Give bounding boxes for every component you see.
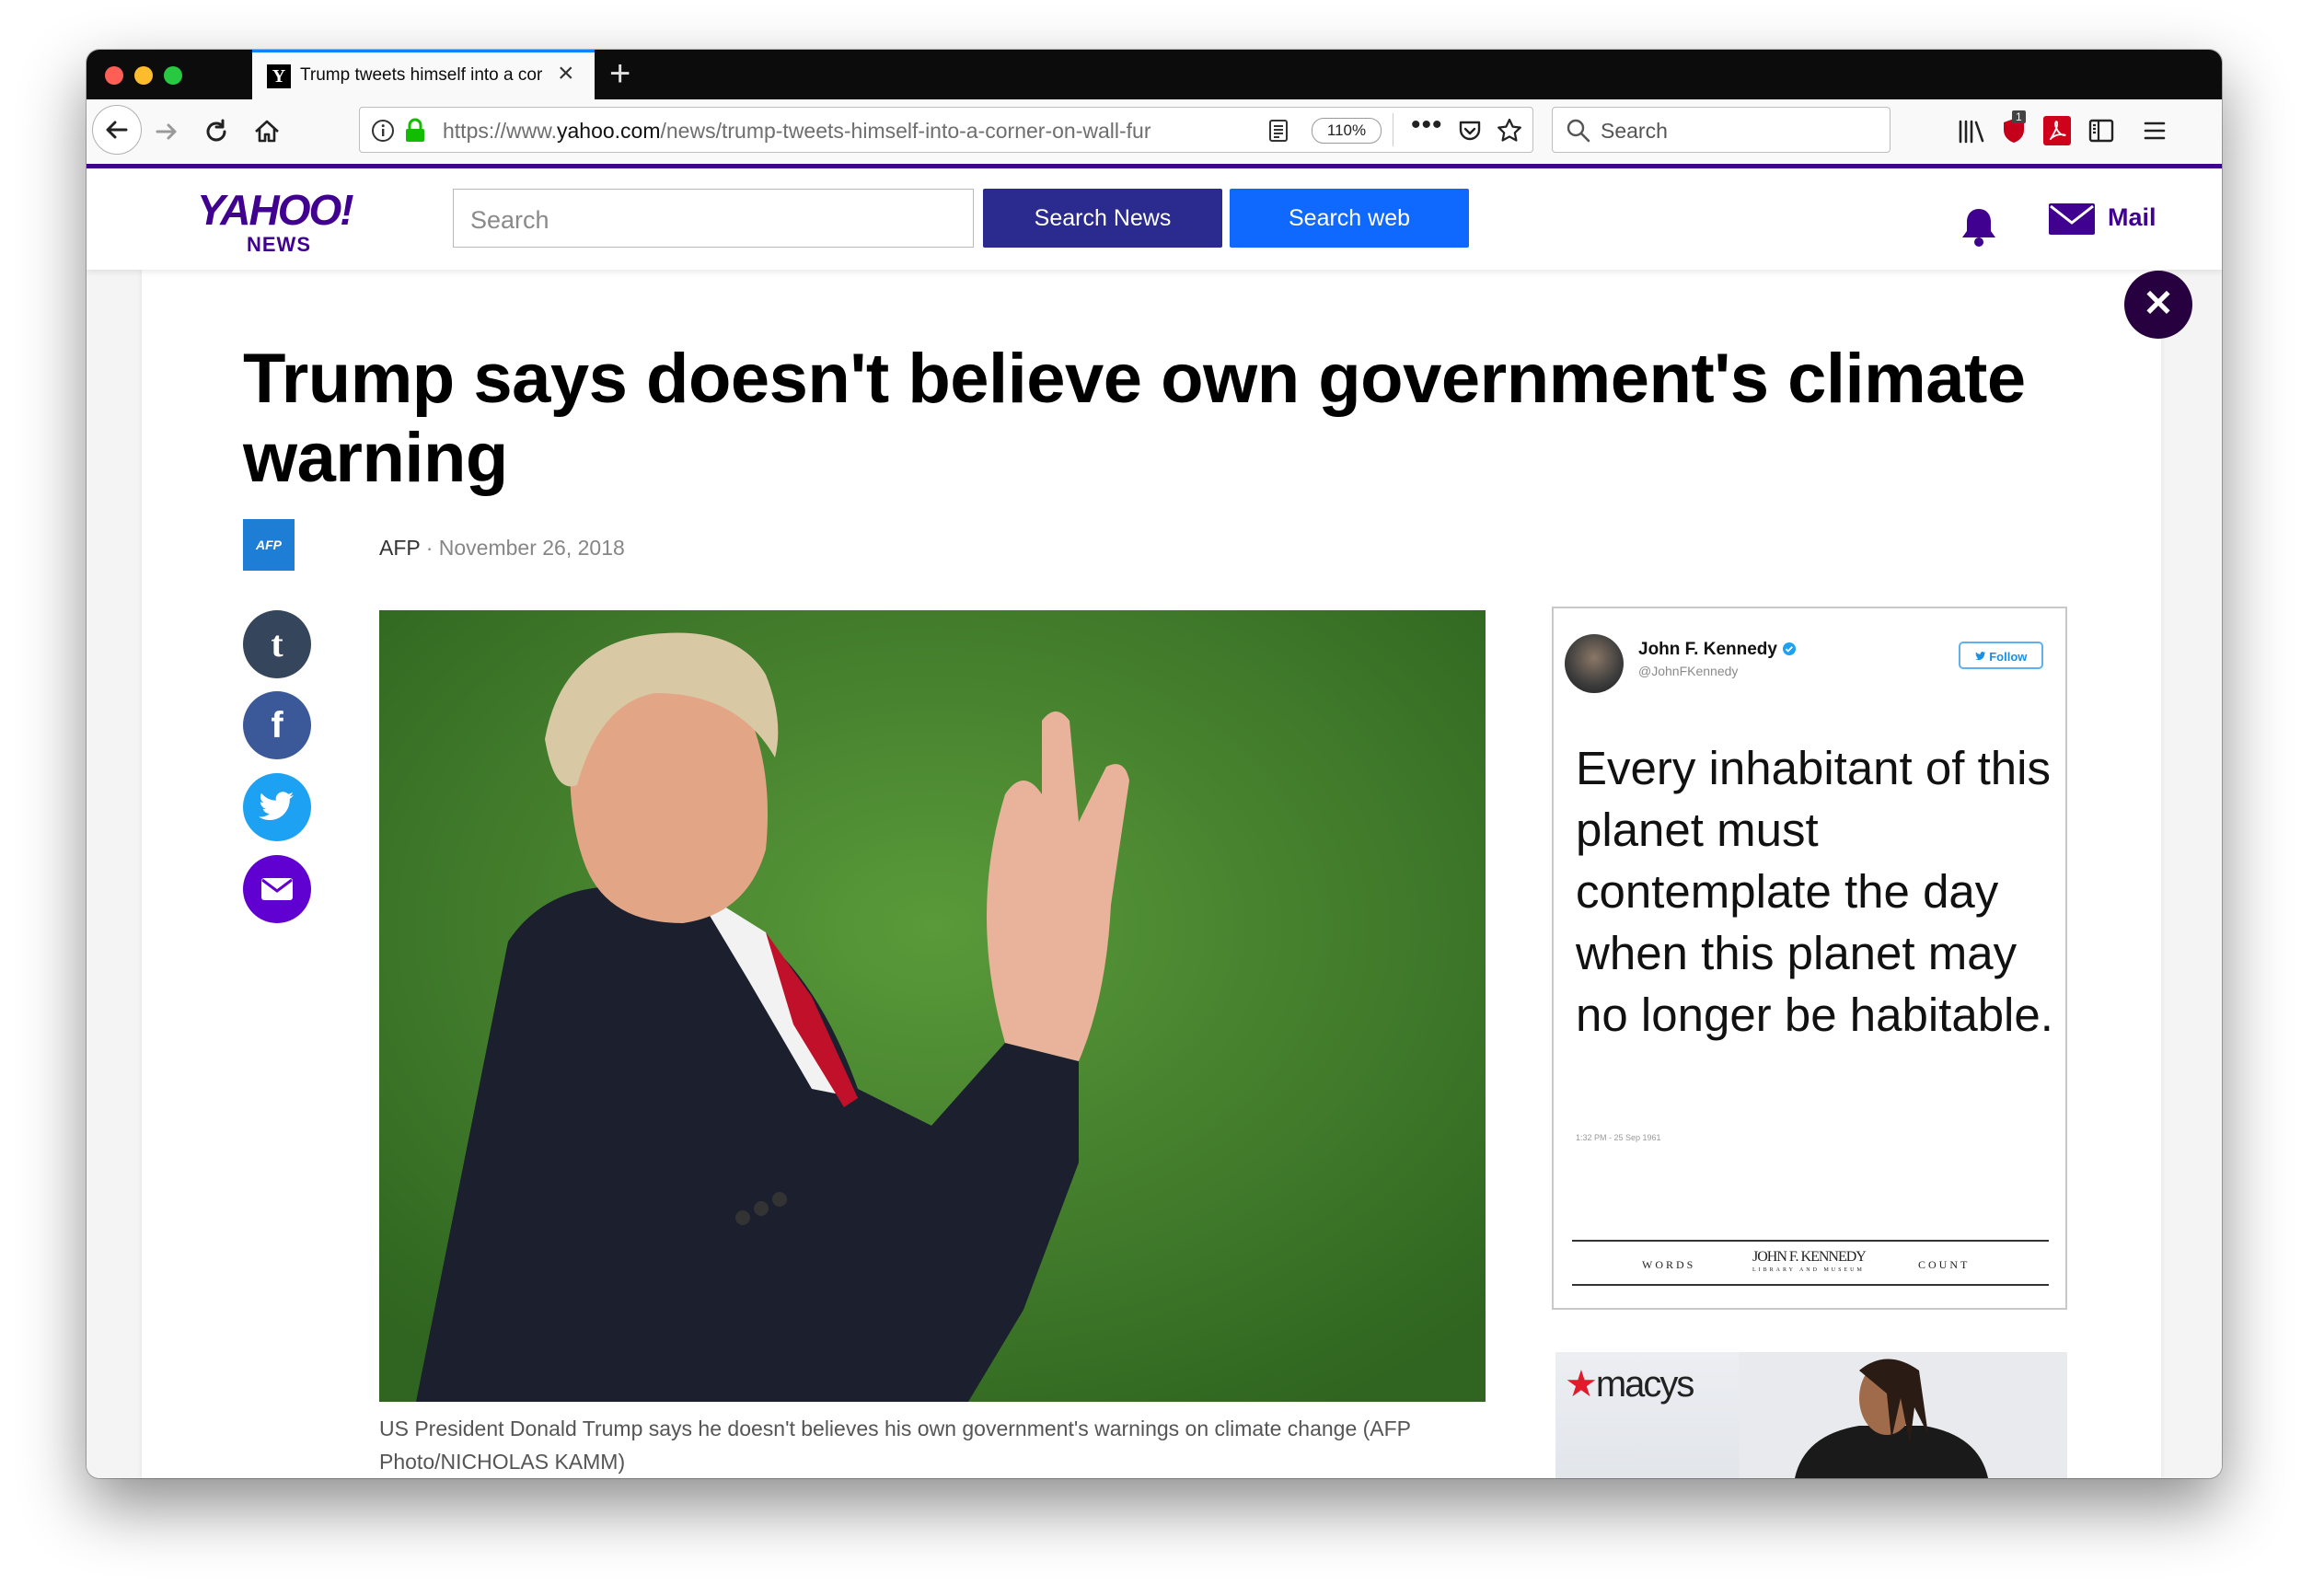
reader-view-icon[interactable] [1267, 119, 1289, 143]
tweet-timestamp: 1:32 PM - 25 Sep 1961 [1576, 1133, 1661, 1142]
search-icon [1567, 119, 1590, 143]
minimize-window-button[interactable] [134, 66, 153, 85]
tweet-follow-button[interactable]: Follow [1959, 642, 2043, 669]
jfk-footer-bottom-rule [1572, 1284, 2049, 1286]
tab-strip: Y Trump tweets himself into a cor × + [87, 50, 2222, 99]
home-icon[interactable] [252, 117, 282, 146]
back-button[interactable] [92, 105, 142, 155]
pocket-icon[interactable] [1457, 118, 1483, 144]
tweet-handle[interactable]: @JohnFKennedy [1638, 664, 1738, 678]
zoom-indicator[interactable]: 110% [1312, 118, 1382, 144]
afp-logo[interactable]: AFP [243, 519, 295, 571]
macys-logo: ★macys [1565, 1364, 1694, 1405]
embedded-tweet-image[interactable]: John F. Kennedy @JohnFKennedy Follow Eve… [1552, 607, 2067, 1310]
zoom-window-button[interactable] [164, 66, 182, 85]
tweet-quote: Every inhabitant of this planet must con… [1576, 742, 2053, 1041]
tumblr-icon: t [271, 623, 283, 665]
facebook-icon: f [271, 705, 283, 746]
back-arrow-icon [106, 121, 128, 139]
footer-words: WORDS [1642, 1258, 1696, 1271]
page-actions-icon[interactable]: ••• [1411, 110, 1443, 141]
macys-star-icon: ★ [1565, 1364, 1598, 1405]
notification-bell-icon[interactable] [1959, 205, 1999, 248]
macys-advertisement[interactable]: ★macys [1555, 1352, 2067, 1478]
yahoo-search-input[interactable]: Search [453, 189, 974, 248]
share-email-button[interactable] [243, 855, 311, 923]
tweet-avatar[interactable] [1565, 634, 1624, 693]
reload-icon[interactable] [202, 118, 230, 145]
new-tab-button[interactable]: + [609, 53, 630, 95]
twitter-bird-icon [259, 792, 294, 820]
browser-window: Y Trump tweets himself into a cor × + ht… [87, 50, 2222, 1478]
yahoo-header: YAHOO! NEWS Search Search News Search we… [87, 168, 2222, 270]
url-text[interactable]: https://www.yahoo.com/news/trump-tweets-… [443, 119, 1216, 144]
article-source[interactable]: AFP [379, 536, 420, 560]
bookmark-star-icon[interactable] [1496, 117, 1523, 145]
jfk-library-logo: JOHN F. KENNEDY [1752, 1249, 1867, 1265]
acrobat-icon [2049, 121, 2066, 141]
ad-model-image [1740, 1352, 2067, 1478]
footer-count: COUNT [1918, 1258, 1971, 1271]
yahoo-news-label[interactable]: NEWS [247, 233, 311, 257]
twitter-bird-small-icon [1974, 652, 1985, 661]
tab-title: Trump tweets himself into a cor [300, 65, 543, 85]
search-web-button[interactable]: Search web [1230, 189, 1469, 248]
photo-illustration [379, 610, 1486, 1402]
close-window-button[interactable] [105, 66, 123, 85]
forward-arrow-icon[interactable] [153, 118, 180, 145]
share-facebook-button[interactable]: f [243, 691, 311, 759]
photo-caption: US President Donald Trump says he doesn'… [379, 1417, 1411, 1474]
sidebar-icon[interactable] [2087, 118, 2115, 144]
envelope-icon [261, 878, 293, 900]
close-article-button[interactable]: ✕ [2124, 271, 2192, 339]
close-tab-icon[interactable]: × [558, 58, 574, 89]
browser-search-field[interactable]: Search [1552, 107, 1891, 153]
search-news-button[interactable]: Search News [983, 189, 1222, 248]
tab-active[interactable]: Y Trump tweets himself into a cor × [252, 50, 595, 99]
ublock-extension-icon[interactable]: 1 [1999, 110, 2029, 145]
article-date: November 26, 2018 [438, 536, 625, 560]
byline: AFP · November 26, 2018 [379, 536, 625, 561]
jfk-library-sub: LIBRARY AND MUSEUM [1752, 1267, 1865, 1273]
browser-search-placeholder: Search [1601, 119, 1668, 143]
url-bar[interactable]: https://www.yahoo.com/news/trump-tweets-… [359, 107, 1533, 153]
yahoo-logo[interactable]: YAHOO! [197, 185, 354, 235]
lock-icon [406, 118, 424, 142]
yahoo-favicon-icon: Y [267, 64, 291, 88]
library-icon[interactable] [1957, 118, 1986, 145]
mail-icon[interactable] [2047, 200, 2097, 238]
pdf-extension-icon[interactable] [2043, 116, 2071, 145]
tweet-author-name[interactable]: John F. Kennedy [1638, 640, 1797, 660]
navigation-toolbar: https://www.yahoo.com/news/trump-tweets-… [87, 99, 2222, 165]
info-icon[interactable] [371, 119, 395, 143]
article-photo[interactable] [379, 610, 1486, 1402]
jfk-footer-top-rule [1572, 1240, 2049, 1242]
article-headline: Trump says doesn't believe own governmen… [243, 340, 2026, 497]
byline-separator: · [425, 536, 434, 560]
share-twitter-button[interactable] [243, 773, 311, 841]
mail-link[interactable]: Mail [2108, 203, 2156, 232]
verified-badge-icon [1783, 642, 1797, 655]
share-tumblr-button[interactable]: t [243, 610, 311, 678]
menu-icon[interactable] [2143, 120, 2167, 142]
yahoo-search-placeholder: Search [470, 206, 549, 234]
extension-badge: 1 [2012, 110, 2026, 123]
